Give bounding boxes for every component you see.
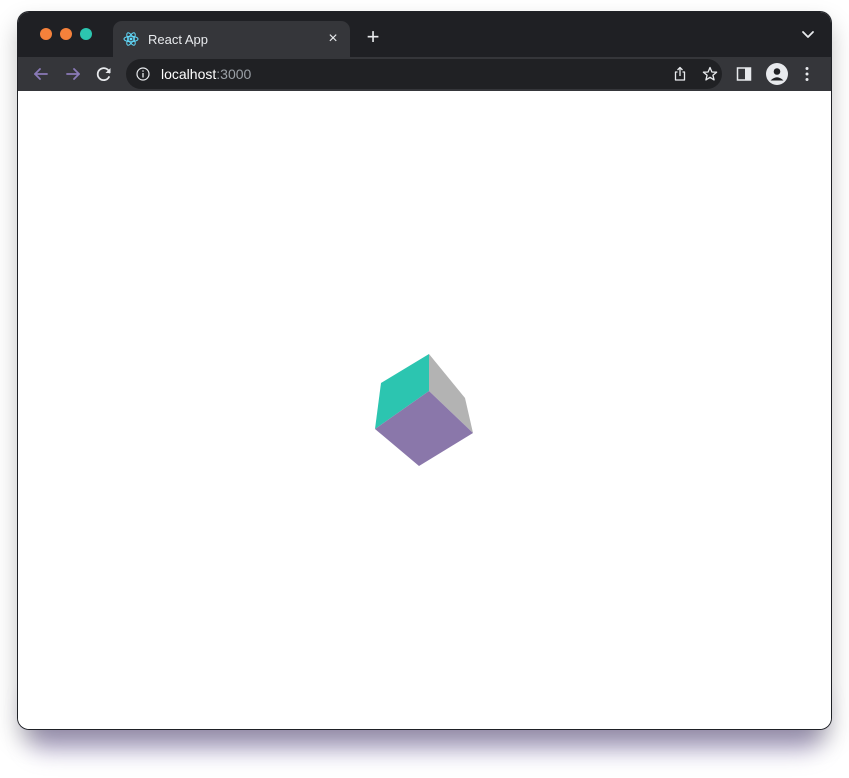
maximize-window-button[interactable] [80, 28, 92, 40]
close-window-button[interactable] [40, 28, 52, 40]
page-content [18, 91, 831, 729]
3d-cube[interactable] [373, 353, 473, 468]
tab-title: React App [148, 32, 208, 47]
back-arrow-icon[interactable] [31, 64, 51, 84]
tab-strip: React App × + [18, 12, 831, 57]
react-logo-icon [123, 32, 139, 46]
star-icon[interactable] [702, 66, 718, 82]
tab-close-icon[interactable]: × [324, 30, 342, 48]
profile-icon[interactable] [766, 63, 788, 85]
url-host: localhost [161, 66, 217, 82]
share-icon[interactable] [672, 66, 688, 82]
info-icon[interactable] [136, 67, 150, 81]
side-panel-icon[interactable] [736, 66, 752, 82]
forward-arrow-icon[interactable] [63, 64, 83, 84]
tab-react-app[interactable]: React App × [113, 21, 350, 57]
toolbar: localhost:3000 [18, 57, 831, 91]
new-tab-button[interactable]: + [362, 26, 384, 48]
address-bar[interactable]: localhost:3000 [126, 59, 722, 89]
menu-icon[interactable] [804, 66, 810, 82]
browser-window: React App × + localhost:3000 [18, 12, 831, 729]
tab-search-icon[interactable] [800, 29, 816, 41]
url-port: :3000 [216, 66, 252, 82]
url-text: localhost:3000 [161, 66, 251, 82]
minimize-window-button[interactable] [60, 28, 72, 40]
reload-icon[interactable] [94, 64, 114, 84]
